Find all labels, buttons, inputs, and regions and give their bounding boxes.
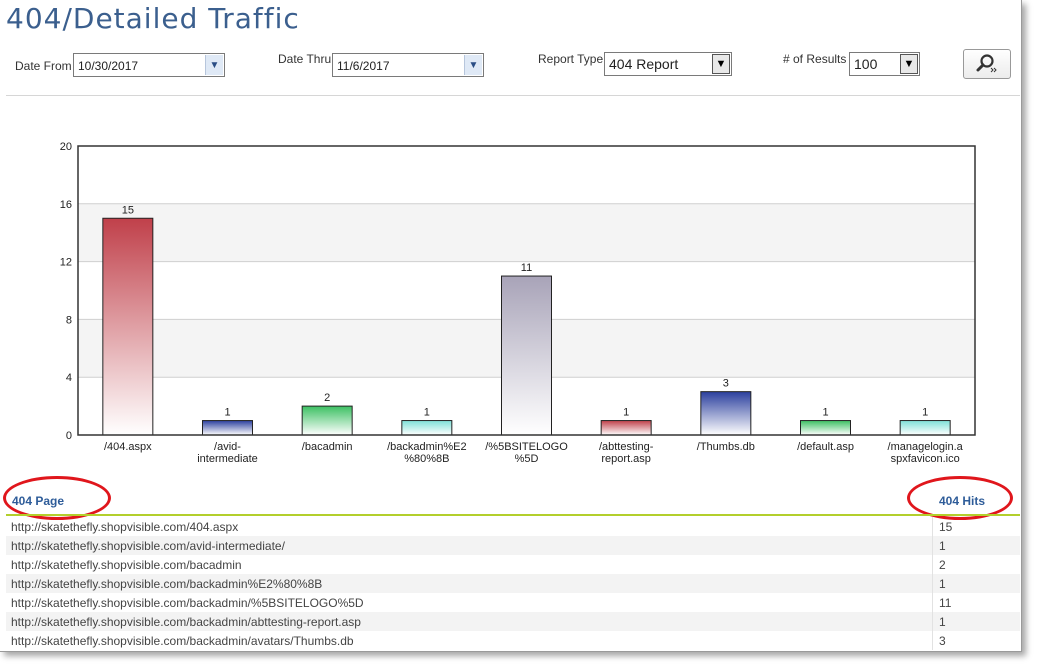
- row-hits: 1: [939, 539, 946, 553]
- row-hits: 1: [939, 577, 946, 591]
- x-tick-label: /abttesting-: [599, 441, 654, 453]
- row-url: http://skatethefly.shopvisible.com/backa…: [11, 577, 323, 591]
- y-tick-label: 4: [66, 372, 72, 384]
- x-tick-label: /avid-: [214, 441, 241, 453]
- table-row[interactable]: http://skatethefly.shopvisible.com/backa…: [6, 574, 1020, 593]
- bar: [102, 217, 154, 436]
- results-label: # of Results: [783, 52, 847, 66]
- table-header-divider: [6, 514, 1020, 516]
- hits-bar-chart: 0 4 8 12 16 20 15/404.aspx 1/avid-intermediate 2…: [60, 141, 976, 465]
- y-tick-label: 8: [66, 314, 72, 326]
- col-header-page[interactable]: 404 Page: [12, 494, 64, 508]
- column-divider: [932, 574, 933, 593]
- row-hits: 3: [939, 634, 946, 648]
- date-thru-field[interactable]: 11/6/2017 ▼: [332, 53, 484, 77]
- row-hits: 2: [939, 558, 946, 572]
- table-row[interactable]: http://skatethefly.shopvisible.com/bacad…: [6, 555, 1020, 574]
- bar-value-label: 1: [424, 407, 430, 419]
- bar-value-label: 1: [623, 407, 629, 419]
- table-row[interactable]: http://skatethefly.shopvisible.com/backa…: [6, 631, 1020, 650]
- x-tick-label: intermediate: [197, 453, 258, 465]
- x-tick-label: spxfavicon.ico: [891, 453, 960, 465]
- column-divider: [932, 593, 933, 612]
- bar-value-label: 2: [324, 392, 330, 404]
- column-divider: [932, 631, 933, 650]
- bar-value-label: 1: [224, 407, 230, 419]
- col-header-hits[interactable]: 404 Hits: [939, 494, 985, 508]
- chevron-down-icon[interactable]: ▼: [712, 54, 730, 74]
- row-url: http://skatethefly.shopvisible.com/backa…: [11, 596, 364, 610]
- row-hits: 15: [939, 520, 953, 534]
- bar: [800, 420, 851, 436]
- table-row[interactable]: http://skatethefly.shopvisible.com/404.a…: [6, 517, 1020, 536]
- y-tick-label: 16: [60, 199, 72, 211]
- column-divider: [932, 555, 933, 574]
- date-thru-value: 11/6/2017: [337, 59, 390, 73]
- x-tick-label: /bacadmin: [302, 441, 353, 453]
- chevron-down-icon[interactable]: ▼: [900, 54, 918, 74]
- row-hits: 1: [939, 615, 946, 629]
- x-tick-label: /404.aspx: [104, 441, 152, 453]
- row-hits: 11: [939, 596, 952, 610]
- date-from-label: Date From: [15, 59, 72, 73]
- x-tick-label: /%5BSITELOGO: [485, 441, 568, 453]
- table-row[interactable]: http://skatethefly.shopvisible.com/backa…: [6, 612, 1020, 631]
- date-from-field[interactable]: 10/30/2017 ▼: [73, 53, 225, 77]
- x-tick-label: /Thumbs.db: [697, 441, 755, 453]
- report-type-value: 404 Report: [609, 56, 679, 72]
- column-divider: [932, 517, 933, 536]
- x-tick-label: /managelogin.a: [888, 441, 964, 453]
- x-tick-label: %80%8B: [404, 453, 449, 465]
- date-thru-label: Date Thru: [278, 52, 332, 66]
- y-tick-label: 0: [66, 430, 72, 442]
- x-tick-label: /default.asp: [797, 441, 854, 453]
- row-url: http://skatethefly.shopvisible.com/bacad…: [11, 558, 242, 572]
- search-button[interactable]: [963, 49, 1011, 79]
- report-type-label: Report Type: [538, 52, 604, 66]
- x-tick-label: %5D: [515, 453, 539, 465]
- column-divider: [932, 612, 933, 631]
- chevron-down-icon[interactable]: ▼: [464, 55, 482, 75]
- results-value: 100: [854, 56, 878, 72]
- x-tick-label: report.asp: [601, 453, 651, 465]
- bar: [600, 420, 652, 436]
- bar-value-label: 3: [723, 378, 729, 390]
- bar: [401, 420, 453, 436]
- report-type-select[interactable]: 404 Report ▼: [604, 52, 732, 76]
- bar-value-label: 15: [122, 204, 134, 216]
- bar-value-label: 11: [521, 262, 532, 274]
- row-url: http://skatethefly.shopvisible.com/backa…: [11, 615, 361, 629]
- bar: [501, 275, 552, 436]
- bar-value-label: 1: [822, 407, 828, 419]
- bar: [301, 405, 353, 436]
- filter-divider: [6, 95, 1020, 96]
- table-row[interactable]: http://skatethefly.shopvisible.com/avid-…: [6, 536, 1020, 555]
- row-url: http://skatethefly.shopvisible.com/backa…: [11, 634, 354, 648]
- row-url: http://skatethefly.shopvisible.com/avid-…: [11, 539, 285, 553]
- chevron-down-icon[interactable]: ▼: [205, 55, 223, 75]
- x-tick-label: /backadmin%E2: [387, 441, 467, 453]
- grid-band: [78, 203, 975, 262]
- bar-value-label: 1: [922, 407, 928, 419]
- column-divider: [932, 536, 933, 555]
- search-icon: [976, 54, 997, 73]
- row-url: http://skatethefly.shopvisible.com/404.a…: [11, 520, 239, 534]
- y-tick-label: 12: [60, 257, 72, 269]
- date-from-value: 10/30/2017: [78, 59, 139, 73]
- bar: [899, 420, 951, 436]
- bar: [700, 391, 752, 436]
- page-title: 404/Detailed Traffic: [6, 2, 300, 35]
- results-select[interactable]: 100 ▼: [849, 52, 920, 76]
- report-window: 404/Detailed Traffic Date From 10/30/201…: [0, 0, 1022, 652]
- y-tick-label: 20: [60, 141, 72, 153]
- bar: [202, 420, 253, 436]
- table-row[interactable]: http://skatethefly.shopvisible.com/backa…: [6, 593, 1020, 612]
